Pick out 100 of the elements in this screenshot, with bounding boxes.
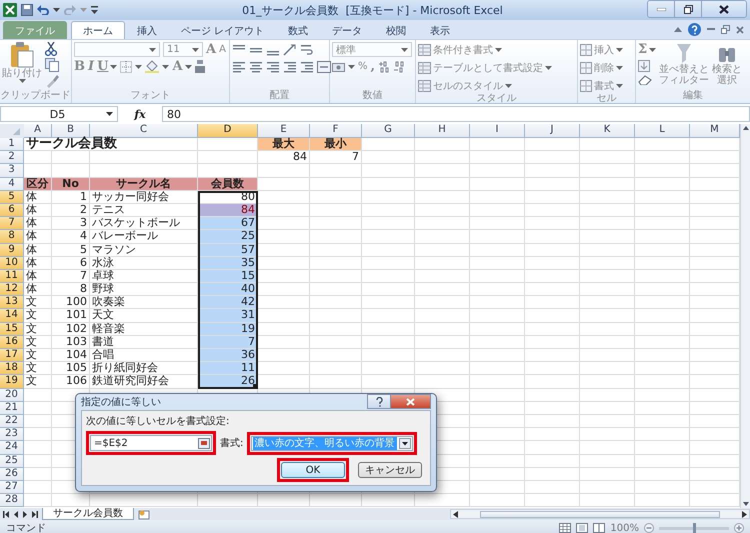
empty-cell[interactable]	[415, 178, 470, 191]
empty-cell[interactable]	[635, 164, 690, 178]
empty-cell[interactable]	[470, 336, 525, 349]
empty-cell[interactable]	[525, 138, 580, 152]
empty-cell[interactable]	[90, 494, 198, 508]
empty-cell[interactable]	[470, 402, 525, 415]
empty-cell[interactable]	[470, 322, 525, 336]
ribbon-tab[interactable]: 表示	[418, 21, 462, 39]
empty-cell[interactable]	[525, 283, 580, 296]
previous-sheet-icon[interactable]	[14, 510, 18, 518]
row-header[interactable]: 3	[0, 164, 24, 178]
empty-cell[interactable]	[470, 138, 525, 152]
empty-cell[interactable]	[635, 468, 690, 481]
last-sheet-icon[interactable]	[32, 510, 38, 518]
empty-cell[interactable]	[580, 138, 635, 152]
empty-cell[interactable]	[52, 494, 90, 508]
empty-cell[interactable]	[635, 178, 690, 191]
restore-icon[interactable]	[721, 25, 730, 34]
normal-view-icon[interactable]	[559, 523, 572, 533]
empty-cell[interactable]	[635, 256, 690, 270]
empty-cell[interactable]	[525, 454, 580, 468]
empty-cell[interactable]	[362, 362, 415, 376]
empty-cell[interactable]	[362, 178, 415, 191]
empty-cell[interactable]	[470, 468, 525, 481]
empty-cell[interactable]	[580, 164, 635, 178]
empty-cell[interactable]	[470, 283, 525, 296]
empty-cell[interactable]	[310, 270, 362, 284]
empty-cell[interactable]	[90, 151, 198, 164]
empty-cell[interactable]	[310, 256, 362, 270]
empty-cell[interactable]	[525, 244, 580, 257]
customize-toolbar-icon[interactable]	[91, 6, 98, 14]
empty-cell[interactable]	[525, 375, 580, 389]
empty-cell[interactable]	[635, 454, 690, 468]
row-header[interactable]: 27	[0, 480, 24, 494]
row-header[interactable]: 15	[0, 322, 24, 336]
empty-cell[interactable]	[310, 244, 362, 257]
empty-cell[interactable]	[362, 309, 415, 323]
empty-cell[interactable]	[635, 388, 690, 402]
empty-cell[interactable]	[415, 296, 470, 310]
empty-cell[interactable]	[470, 151, 525, 164]
empty-cell[interactable]	[635, 309, 690, 323]
empty-cell[interactable]	[525, 178, 580, 191]
row-header[interactable]: 19	[0, 375, 24, 389]
column-header[interactable]: G	[362, 124, 415, 138]
empty-cell[interactable]	[362, 164, 415, 178]
column-header[interactable]: D	[198, 124, 258, 138]
column-header[interactable]: M	[690, 124, 740, 138]
next-sheet-icon[interactable]	[23, 510, 27, 518]
scroll-up-icon[interactable]	[741, 124, 750, 132]
row-header[interactable]: 1	[0, 138, 24, 152]
empty-cell[interactable]	[362, 190, 415, 204]
empty-cell[interactable]	[362, 244, 415, 257]
empty-cell[interactable]	[470, 362, 525, 376]
row-header[interactable]: 4	[0, 178, 24, 191]
minimize-icon[interactable]	[707, 28, 715, 31]
formula-field[interactable]: 80	[162, 106, 750, 122]
row-header[interactable]: 16	[0, 336, 24, 349]
empty-cell[interactable]	[525, 270, 580, 284]
empty-cell[interactable]	[580, 256, 635, 270]
empty-cell[interactable]	[415, 230, 470, 244]
empty-cell[interactable]	[525, 414, 580, 428]
row-header[interactable]: 11	[0, 270, 24, 284]
undo-icon[interactable]	[37, 5, 49, 15]
slider-thumb[interactable]	[693, 522, 696, 532]
row-header[interactable]: 23	[0, 428, 24, 442]
empty-cell[interactable]	[635, 322, 690, 336]
empty-cell[interactable]	[310, 362, 362, 376]
empty-cell[interactable]	[580, 204, 635, 218]
empty-cell[interactable]	[635, 414, 690, 428]
row-header[interactable]: 18	[0, 362, 24, 376]
empty-cell[interactable]	[470, 454, 525, 468]
select-all-icon[interactable]	[0, 124, 24, 138]
empty-cell[interactable]	[415, 256, 470, 270]
empty-cell[interactable]	[362, 349, 415, 362]
column-header[interactable]: I	[470, 124, 525, 138]
scroll-thumb[interactable]	[480, 510, 720, 518]
empty-cell[interactable]	[470, 164, 525, 178]
empty-cell[interactable]	[525, 480, 580, 494]
ribbon-tab[interactable]: 校閲	[374, 21, 418, 39]
empty-cell[interactable]	[362, 283, 415, 296]
empty-cell[interactable]	[525, 441, 580, 454]
empty-cell[interactable]	[580, 388, 635, 402]
empty-cell[interactable]	[415, 362, 470, 376]
empty-cell[interactable]	[635, 138, 690, 152]
empty-cell[interactable]	[470, 309, 525, 323]
empty-cell[interactable]	[470, 414, 525, 428]
redo-icon[interactable]	[64, 5, 76, 15]
empty-cell[interactable]	[310, 204, 362, 218]
help-button[interactable]	[367, 394, 391, 409]
zoom-in-icon[interactable]	[734, 523, 744, 533]
column-header[interactable]: J	[525, 124, 580, 138]
first-sheet-icon[interactable]	[3, 510, 9, 518]
empty-cell[interactable]	[580, 270, 635, 284]
collapse-ribbon-icon[interactable]	[674, 27, 682, 32]
empty-cell[interactable]	[635, 349, 690, 362]
empty-cell[interactable]	[415, 309, 470, 323]
empty-cell[interactable]	[525, 309, 580, 323]
empty-cell[interactable]	[635, 428, 690, 442]
empty-cell[interactable]	[635, 151, 690, 164]
row-header[interactable]: 28	[0, 494, 24, 508]
